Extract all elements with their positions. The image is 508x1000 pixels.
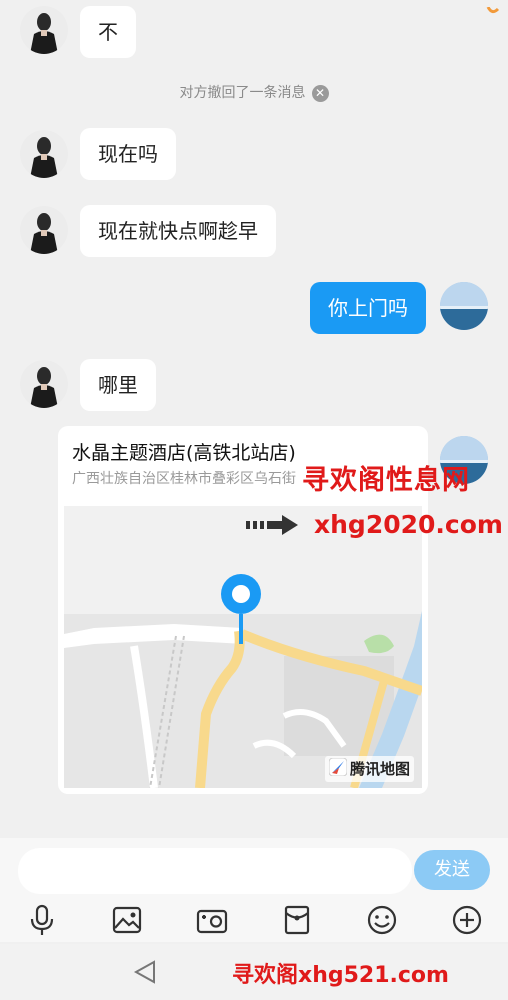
watermark-url: xhg2020.com xyxy=(314,510,503,539)
watermark-bottom: 寻欢阁xhg521.com xyxy=(232,963,449,988)
back-triangle-icon[interactable] xyxy=(132,958,158,990)
message-bubble[interactable]: 不 xyxy=(80,6,136,58)
message-bubble[interactable]: 哪里 xyxy=(80,359,156,411)
avatar[interactable] xyxy=(20,130,68,178)
close-icon[interactable]: ✕ xyxy=(311,84,329,102)
microphone-icon[interactable] xyxy=(24,902,60,938)
input-toolbar xyxy=(0,898,508,942)
recall-notice-text: 对方撤回了一条消息 xyxy=(179,85,306,101)
send-button[interactable]: 发送 xyxy=(414,850,490,890)
map-preview[interactable]: 腾讯地图 xyxy=(64,506,422,788)
top-right-partial-icon xyxy=(486,0,500,14)
avatar[interactable] xyxy=(20,6,68,54)
plus-icon[interactable] xyxy=(449,902,485,938)
image-icon[interactable] xyxy=(109,902,145,938)
message-bubble[interactable]: 现在就快点啊趁早 xyxy=(80,205,276,257)
watermark-text: 寻欢阁性息网 xyxy=(302,465,470,496)
message-input[interactable] xyxy=(18,848,412,894)
map-brand: 腾讯地图 xyxy=(324,755,414,782)
map-brand-label: 腾讯地图 xyxy=(349,759,410,778)
message-bubble[interactable]: 现在吗 xyxy=(80,128,176,180)
red-packet-icon[interactable] xyxy=(279,902,315,938)
avatar[interactable] xyxy=(20,360,68,408)
self-message-bubble[interactable]: 你上门吗 xyxy=(310,282,426,334)
tencent-map-icon xyxy=(328,757,348,780)
avatar[interactable] xyxy=(20,206,68,254)
camera-icon[interactable] xyxy=(194,902,230,938)
emoji-icon[interactable] xyxy=(364,902,400,938)
arrow-icon xyxy=(246,514,300,540)
self-avatar[interactable] xyxy=(440,282,488,330)
location-title: 水晶主题酒店(高铁北站店) xyxy=(72,442,296,464)
recall-notice: 对方撤回了一条消息 ✕ xyxy=(0,82,508,102)
input-bar: 发送 xyxy=(0,838,508,902)
